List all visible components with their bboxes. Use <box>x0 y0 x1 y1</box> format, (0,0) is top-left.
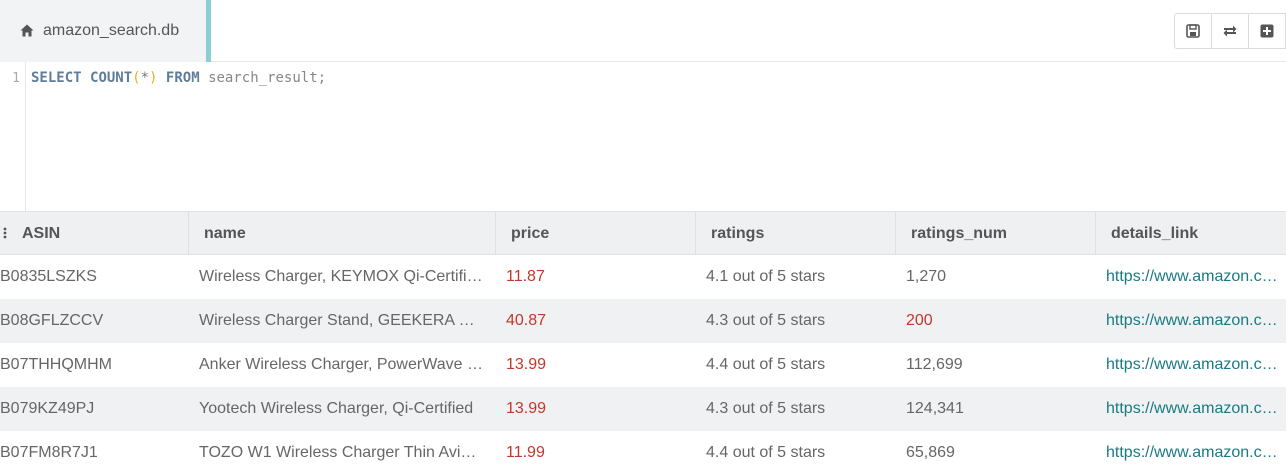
sql-query[interactable]: SELECT COUNT(*) FROM search_result; <box>31 70 326 86</box>
cell-asin: B08GFLZCCV <box>0 312 104 329</box>
sql-close-paren: ) <box>149 70 158 86</box>
cell-price: 13.99 <box>506 356 547 373</box>
table-row[interactable]: B07FM8R7J1 TOZO W1 Wireless Charger Thin… <box>0 431 1286 475</box>
table-row[interactable]: B0835LSZKS Wireless Charger, KEYMOX Qi-C… <box>0 255 1286 299</box>
cell-ratings: 4.4 out of 5 stars <box>706 444 826 461</box>
save-icon <box>1186 24 1200 38</box>
save-button[interactable] <box>1175 14 1212 48</box>
cell-price: 40.87 <box>506 312 547 329</box>
cell-asin: B07FM8R7J1 <box>0 444 98 461</box>
line-gutter: 1 <box>0 62 26 211</box>
cell-price: 13.99 <box>506 400 547 417</box>
column-header-asin[interactable]: ASIN <box>0 212 189 255</box>
cell-ratings-num: 1,270 <box>906 268 947 285</box>
table-row[interactable]: B079KZ49PJ Yootech Wireless Charger, Qi-… <box>0 387 1286 431</box>
cell-ratings: 4.3 out of 5 stars <box>706 312 826 329</box>
cell-name: Yootech Wireless Charger, Qi-Certified <box>199 400 474 417</box>
cell-asin: B07THHQMHM <box>0 356 113 373</box>
cell-ratings: 4.1 out of 5 stars <box>706 268 826 285</box>
editor-toolbar <box>1174 13 1286 49</box>
table-row[interactable]: B08GFLZCCV Wireless Charger Stand, GEEKE… <box>0 299 1286 343</box>
sql-open-paren: ( <box>132 70 141 86</box>
column-header-ratings[interactable]: ratings <box>696 212 896 255</box>
cell-details-link[interactable]: https://www.amazon.com <box>1106 444 1280 462</box>
add-button[interactable] <box>1249 14 1286 48</box>
sql-star: * <box>140 70 150 86</box>
cell-name: TOZO W1 Wireless Charger Thin Aviation <box>199 444 484 461</box>
sql-keyword-from: FROM <box>165 70 200 86</box>
cell-name: Wireless Charger, KEYMOX Qi-Certified <box>199 268 484 285</box>
grid-header: ASIN name price ratings ratings_num deta… <box>0 212 1286 255</box>
sql-keyword-select: SELECT <box>31 70 82 86</box>
tab-label: amazon_search.db <box>43 22 180 39</box>
sql-editor[interactable]: 1 SELECT COUNT(*) FROM search_result; <box>0 62 1286 211</box>
column-header-ratings-num[interactable]: ratings_num <box>896 212 1096 255</box>
cell-price: 11.99 <box>506 444 545 461</box>
cell-ratings: 4.4 out of 5 stars <box>706 356 826 373</box>
refresh-icon <box>1222 24 1238 38</box>
cell-ratings-num: 65,869 <box>906 444 955 461</box>
results-grid: ASIN name price ratings ratings_num deta… <box>0 211 1286 475</box>
cell-name: Anker Wireless Charger, PowerWave Pad <box>199 356 484 373</box>
sql-keyword-count: COUNT <box>90 70 133 86</box>
cell-asin: B0835LSZKS <box>0 268 97 285</box>
cell-asin: B079KZ49PJ <box>0 400 95 417</box>
line-number: 1 <box>12 71 20 86</box>
cell-details-link[interactable]: https://www.amazon.com <box>1106 356 1280 374</box>
sql-table-name: search_result; <box>208 70 327 86</box>
cell-details-link[interactable]: https://www.amazon.com <box>1106 400 1280 418</box>
cell-ratings: 4.3 out of 5 stars <box>706 400 826 417</box>
add-icon <box>1260 24 1274 38</box>
cell-details-link[interactable]: https://www.amazon.com <box>1106 268 1280 286</box>
tab-bar: amazon_search.db <box>0 0 1286 62</box>
cell-name: Wireless Charger Stand, GEEKERA Qi-Certi… <box>199 312 484 329</box>
refresh-button[interactable] <box>1212 14 1249 48</box>
cell-ratings-num: 112,699 <box>906 356 963 373</box>
cell-ratings-num: 200 <box>906 312 933 329</box>
column-header-name[interactable]: name <box>189 212 496 255</box>
cell-price: 11.87 <box>506 268 545 285</box>
cell-details-link[interactable]: https://www.amazon.com <box>1106 312 1280 330</box>
cell-ratings-num: 124,341 <box>906 400 964 417</box>
home-icon <box>20 24 34 38</box>
tab-amazon-search-db[interactable]: amazon_search.db <box>0 0 211 62</box>
column-header-details-link[interactable]: details_link <box>1096 212 1286 255</box>
column-header-price[interactable]: price <box>496 212 696 255</box>
table-row[interactable]: B07THHQMHM Anker Wireless Charger, Power… <box>0 343 1286 387</box>
